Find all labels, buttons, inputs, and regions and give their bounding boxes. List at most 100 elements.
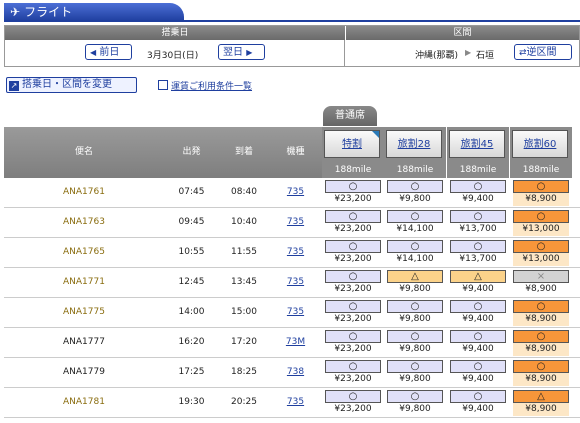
reverse-route-button[interactable]: ⇄逆区間 (514, 44, 572, 60)
table-header: 便名 出発 到着 機種 (4, 127, 322, 178)
fare-cell[interactable]: ○ ¥13,700 (450, 240, 506, 266)
availability-mark[interactable]: ○ (450, 180, 506, 193)
availability-mark[interactable]: ○ (387, 210, 443, 223)
availability-mark[interactable]: ○ (513, 300, 569, 313)
availability-mark[interactable]: △ (513, 390, 569, 403)
fare-cell[interactable]: ○ ¥8,900 (513, 180, 569, 206)
tab-underline (4, 20, 580, 22)
fare-type-link[interactable]: 旅割28 (386, 130, 442, 158)
fare-cell[interactable]: ○ ¥8,900 (513, 300, 569, 326)
equipment-link[interactable]: 735 (269, 178, 322, 206)
col-flight: 便名 (74, 147, 93, 157)
fare-cell[interactable]: ○ ¥9,400 (450, 300, 506, 326)
availability-mark[interactable]: ○ (450, 300, 506, 313)
next-day-button[interactable]: 翌日 ▶ (218, 44, 265, 60)
fare-cell[interactable]: ○ ¥9,800 (387, 180, 443, 206)
availability-mark[interactable]: ○ (325, 360, 381, 373)
fare-cell[interactable]: × ¥8,900 (513, 270, 569, 296)
fare-cell[interactable]: ○ ¥14,100 (387, 240, 443, 266)
fare-cell[interactable]: ○ ¥9,400 (450, 390, 506, 416)
fare-price: ¥8,900 (513, 403, 569, 416)
arrival-time: 15:00 (231, 307, 257, 317)
fare-cell[interactable]: ○ ¥9,800 (387, 390, 443, 416)
fare-terms-link[interactable]: 運賃ご利用条件一覧 (158, 79, 252, 92)
availability-mark[interactable]: ○ (325, 300, 381, 313)
fare-cell[interactable]: ○ ¥8,900 (513, 360, 569, 386)
availability-mark[interactable]: ○ (513, 240, 569, 253)
availability-mark[interactable]: ○ (325, 240, 381, 253)
fare-cell[interactable]: ○ ¥14,100 (387, 210, 443, 236)
flight-number: ANA1763 (63, 217, 105, 227)
fare-cell[interactable]: ○ ¥23,200 (325, 390, 381, 416)
fare-type-link[interactable]: 旅割60 (512, 130, 568, 158)
fare-cell[interactable]: ○ ¥13,000 (513, 210, 569, 236)
route-arrow-icon: ▶ (465, 48, 472, 57)
availability-mark[interactable]: ○ (450, 360, 506, 373)
availability-mark[interactable]: ○ (325, 270, 381, 283)
equipment-link[interactable]: 735 (269, 298, 322, 326)
availability-mark[interactable]: ○ (325, 210, 381, 223)
fare-cell[interactable]: ○ ¥9,400 (450, 180, 506, 206)
fare-cell[interactable]: ○ ¥23,200 (325, 240, 381, 266)
prev-arrow-icon: ◀ (90, 48, 97, 57)
availability-mark[interactable]: ○ (387, 330, 443, 343)
fare-cell[interactable]: ○ ¥9,400 (450, 360, 506, 386)
availability-mark[interactable]: ○ (513, 330, 569, 343)
availability-mark[interactable]: ○ (325, 330, 381, 343)
arrival-time: 20:25 (231, 397, 257, 407)
fare-cell[interactable]: △ ¥9,400 (450, 270, 506, 296)
fare-cell[interactable]: ○ ¥8,900 (513, 330, 569, 356)
availability-mark[interactable]: ○ (513, 360, 569, 373)
fare-type-link[interactable]: 特割 (324, 130, 380, 158)
change-date-route-button[interactable]: ↗ 搭乗日・区間を変更 (6, 77, 137, 93)
fare-type-link[interactable]: 旅割45 (449, 130, 505, 158)
fare-cell[interactable]: △ ¥9,800 (387, 270, 443, 296)
fare-cell[interactable]: ○ ¥23,200 (325, 180, 381, 206)
fare-cell[interactable]: ○ ¥9,800 (387, 330, 443, 356)
availability-mark[interactable]: ○ (450, 330, 506, 343)
availability-mark[interactable]: ○ (387, 360, 443, 373)
availability-mark[interactable]: ○ (387, 240, 443, 253)
prev-day-button[interactable]: ◀ 前日 (85, 44, 132, 60)
fare-cell[interactable]: ○ ¥13,700 (450, 210, 506, 236)
fare-cell[interactable]: △ ¥8,900 (513, 390, 569, 416)
availability-mark[interactable]: ○ (325, 390, 381, 403)
fare-cell[interactable]: ○ ¥9,800 (387, 360, 443, 386)
fare-price: ¥8,900 (525, 284, 557, 294)
fare-price: ¥9,400 (462, 284, 494, 294)
date-header: 搭乗日 (5, 26, 345, 40)
flight-row: ANA1781 19:30 20:25 735 ○ ¥23,200 ○ ¥9,800 ○ ¥9,4… (4, 388, 580, 418)
equipment-link[interactable]: 735 (269, 268, 322, 296)
arrival-time: 13:45 (231, 277, 257, 287)
fare-cell[interactable]: ○ ¥23,200 (325, 300, 381, 326)
fare-cell[interactable]: ○ ¥23,200 (325, 270, 381, 296)
fare-cell[interactable]: ○ ¥9,400 (450, 330, 506, 356)
availability-mark[interactable]: ○ (450, 240, 506, 253)
fare-cell[interactable]: ○ ¥23,200 (325, 330, 381, 356)
flight-row: ANA1761 07:45 08:40 735 ○ ¥23,200 ○ ¥9,800 ○ ¥9,4… (4, 178, 580, 208)
fare-price: ¥14,100 (396, 224, 434, 234)
availability-mark[interactable]: △ (387, 270, 443, 283)
equipment-link[interactable]: 735 (269, 388, 322, 416)
equipment-link[interactable]: 735 (269, 208, 322, 236)
fare-cell[interactable]: ○ ¥9,800 (387, 300, 443, 326)
departure-time: 19:30 (178, 397, 205, 407)
equipment-link[interactable]: 735 (269, 238, 322, 266)
availability-mark[interactable]: ○ (513, 180, 569, 193)
fare-cell[interactable]: ○ ¥23,200 (325, 360, 381, 386)
availability-mark[interactable]: ○ (513, 210, 569, 223)
equipment-link[interactable]: 738 (269, 358, 322, 386)
availability-mark[interactable]: △ (450, 270, 506, 283)
selected-date: 3月30日(日) (147, 51, 199, 61)
availability-mark[interactable]: × (513, 270, 569, 283)
availability-mark[interactable]: ○ (387, 300, 443, 313)
availability-mark[interactable]: ○ (387, 390, 443, 403)
fare-cell[interactable]: ○ ¥23,200 (325, 210, 381, 236)
availability-mark[interactable]: ○ (450, 210, 506, 223)
availability-mark[interactable]: ○ (325, 180, 381, 193)
equipment-link[interactable]: 73M (269, 328, 322, 356)
fare-cell[interactable]: ○ ¥13,000 (513, 240, 569, 266)
availability-mark[interactable]: ○ (387, 180, 443, 193)
flight-number: ANA1779 (63, 367, 105, 377)
availability-mark[interactable]: ○ (450, 390, 506, 403)
